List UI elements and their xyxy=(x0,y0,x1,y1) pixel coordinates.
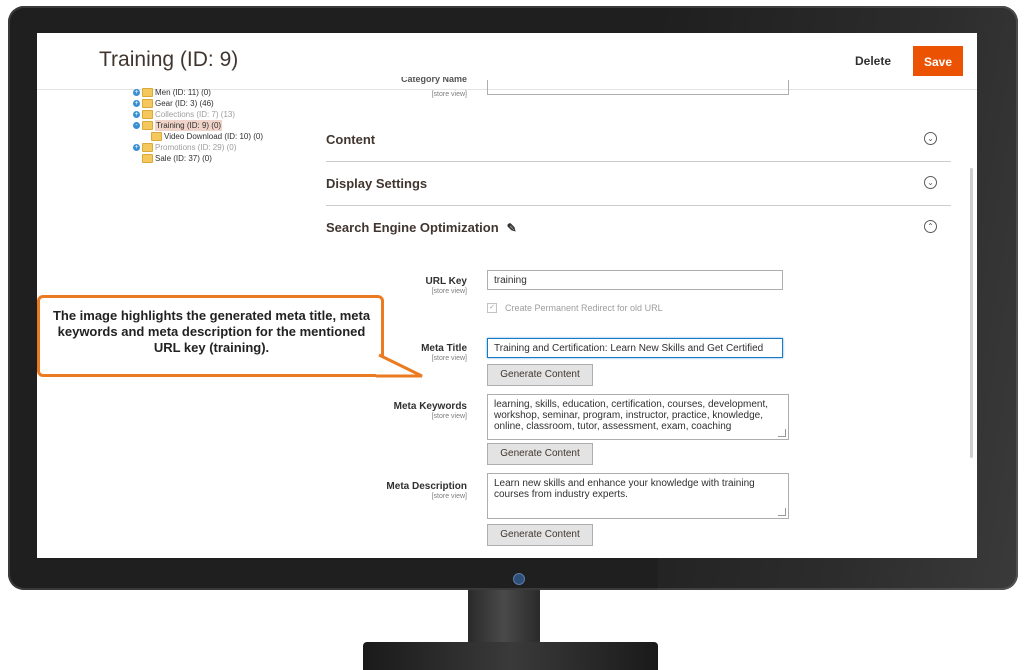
collapse-icon[interactable]: - xyxy=(133,122,140,129)
section-seo[interactable]: Search Engine Optimization ✎ ⌃ xyxy=(326,205,951,249)
expand-icon[interactable]: + xyxy=(133,111,140,118)
callout-text: The image highlights the generated meta … xyxy=(52,308,371,355)
meta-description-value: Learn new skills and enhance your knowle… xyxy=(494,478,755,500)
folder-icon xyxy=(142,99,153,108)
meta-keywords-textarea[interactable]: learning, skills, education, certificati… xyxy=(487,394,789,440)
monitor-stand-neck xyxy=(468,590,540,642)
url-key-scope: [store view] xyxy=(431,288,467,295)
tree-item-label: Gear (ID: 3) (46) xyxy=(155,99,214,108)
url-key-label: URL Key xyxy=(425,276,468,287)
section-content[interactable]: Content ⌄ xyxy=(326,117,951,162)
tree-item-label: Training (ID: 9) (0) xyxy=(155,120,223,131)
webcam-icon xyxy=(513,573,525,585)
annotation-callout: The image highlights the generated meta … xyxy=(37,295,384,377)
section-content-title: Content xyxy=(326,132,376,147)
redirect-checkbox-row[interactable]: ✓ Create Permanent Redirect for old URL xyxy=(487,303,663,313)
tree-item-label: Men (ID: 11) (0) xyxy=(155,88,211,97)
save-button[interactable]: Save xyxy=(913,46,963,76)
pencil-icon[interactable]: ✎ xyxy=(507,221,517,235)
meta-description-scope: [store view] xyxy=(431,493,467,500)
tree-item-label: Promotions (ID: 29) (0) xyxy=(155,143,237,152)
tree-item-training[interactable]: - Training (ID: 9) (0) xyxy=(133,120,263,131)
tree-item-label: Collections (ID: 7) (13) xyxy=(155,110,236,119)
chevron-down-icon[interactable]: ⌄ xyxy=(924,132,937,145)
expand-icon[interactable]: + xyxy=(133,100,140,107)
folder-icon xyxy=(151,132,162,141)
tree-item-sale[interactable]: Sale (ID: 37) (0) xyxy=(133,153,263,164)
open-folder-icon xyxy=(142,121,153,130)
tree-item-label: Video Download (ID: 10) (0) xyxy=(164,132,264,141)
generate-meta-description-button[interactable]: Generate Content xyxy=(487,524,593,546)
tree-item-label: Sale (ID: 37) (0) xyxy=(155,154,212,163)
monitor-stand-base xyxy=(363,642,658,670)
category-name-label: Category Name xyxy=(400,77,467,84)
chevron-down-icon[interactable]: ⌄ xyxy=(924,176,937,189)
section-display-title: Display Settings xyxy=(326,176,428,191)
tree-item-collections[interactable]: + Collections (ID: 7) (13) xyxy=(133,109,263,120)
url-key-input[interactable]: training xyxy=(487,270,783,290)
folder-icon xyxy=(142,143,153,152)
category-name-input[interactable] xyxy=(487,80,789,95)
meta-keywords-value: learning, skills, education, certificati… xyxy=(494,399,769,432)
resize-grip-icon[interactable] xyxy=(778,429,786,437)
callout-pointer xyxy=(376,353,424,378)
meta-keywords-label: Meta Keywords xyxy=(393,401,467,412)
tree-item-promotions[interactable]: + Promotions (ID: 29) (0) xyxy=(133,142,263,153)
section-display-settings[interactable]: Display Settings ⌄ xyxy=(326,161,951,206)
expand-icon[interactable]: + xyxy=(133,144,140,151)
generate-meta-keywords-button[interactable]: Generate Content xyxy=(487,443,593,465)
section-seo-title: Search Engine Optimization ✎ xyxy=(326,220,517,235)
meta-keywords-scope: [store view] xyxy=(431,413,467,420)
folder-icon xyxy=(142,110,153,119)
redirect-label: Create Permanent Redirect for old URL xyxy=(505,303,663,313)
meta-title-input[interactable]: Training and Certification: Learn New Sk… xyxy=(487,338,783,358)
section-seo-label: Search Engine Optimization xyxy=(326,220,499,235)
tree-item-video-download[interactable]: Video Download (ID: 10) (0) xyxy=(133,131,263,142)
category-name-scope: [store view] xyxy=(431,91,467,98)
expand-icon[interactable]: + xyxy=(133,89,140,96)
folder-icon xyxy=(142,154,153,163)
generate-meta-title-button[interactable]: Generate Content xyxy=(487,364,593,386)
checkbox-checked-icon[interactable]: ✓ xyxy=(487,303,497,313)
category-tree: + Men (ID: 11) (0) + Gear (ID: 3) (46) +… xyxy=(133,87,263,164)
page-title: Training (ID: 9) xyxy=(99,48,239,71)
delete-button[interactable]: Delete xyxy=(845,48,901,74)
resize-grip-icon[interactable] xyxy=(778,508,786,516)
meta-description-label: Meta Description xyxy=(386,481,467,492)
chevron-up-icon[interactable]: ⌃ xyxy=(924,220,937,233)
meta-description-textarea[interactable]: Learn new skills and enhance your knowle… xyxy=(487,473,789,519)
tree-item-men[interactable]: + Men (ID: 11) (0) xyxy=(133,87,263,98)
folder-icon xyxy=(142,88,153,97)
scrollbar[interactable] xyxy=(970,168,973,458)
tree-item-gear[interactable]: + Gear (ID: 3) (46) xyxy=(133,98,263,109)
